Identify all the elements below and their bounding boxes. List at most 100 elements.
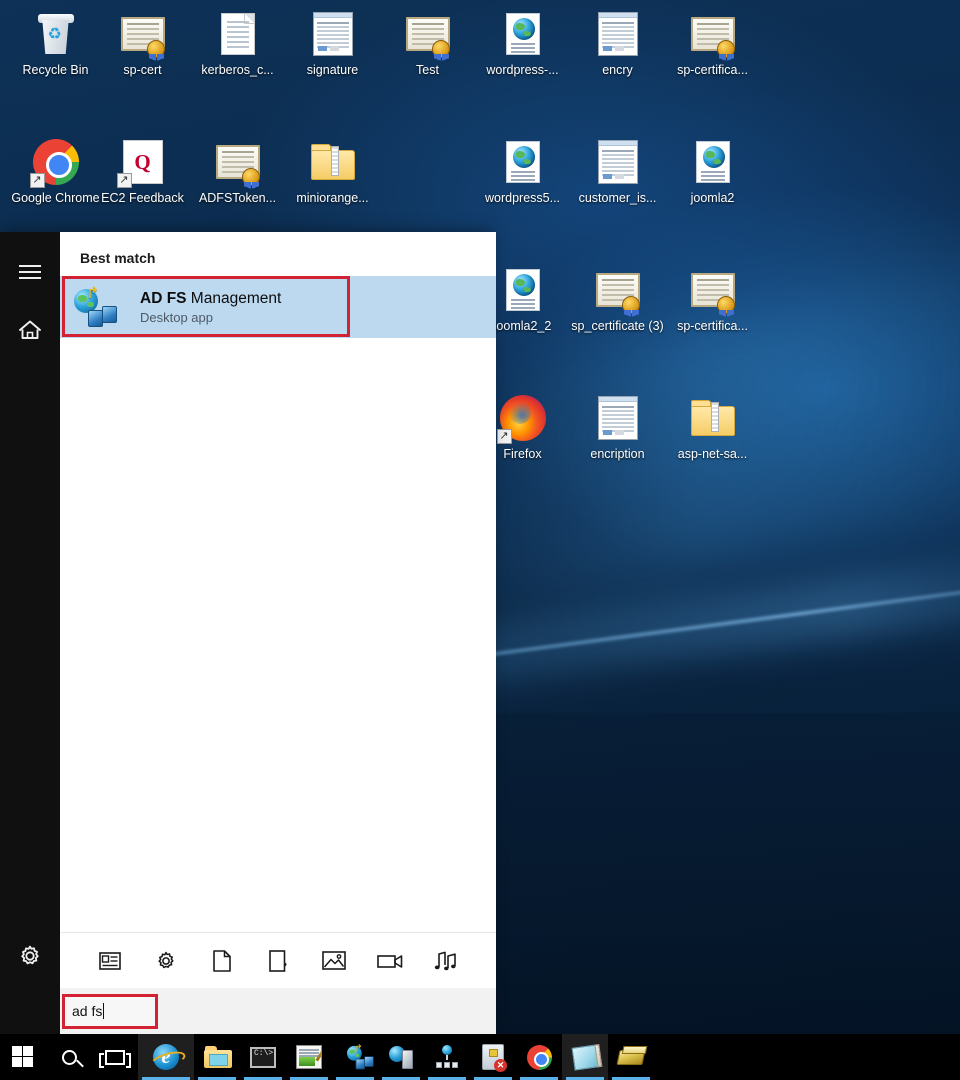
desktop-icon-label: asp-net-sa... (665, 447, 760, 462)
search-results-empty-area (60, 338, 496, 932)
music-filter-icon[interactable] (418, 939, 474, 983)
windows-taskbar: e C:\> ↱ ✕ (0, 1034, 960, 1080)
desktop-icon-label: ADFSToken... (190, 191, 285, 206)
network-tool-taskbar-glyph (434, 1044, 460, 1070)
certificate-manager-taskbar[interactable]: ✕ (470, 1034, 516, 1080)
documents-filter-icon[interactable] (194, 939, 250, 983)
desktop-icon[interactable]: kerberos_c... (190, 10, 285, 78)
search-result-text: AD FS Management Desktop app (140, 289, 281, 325)
ad-fs-management-taskbar-glyph: ↱ (342, 1044, 368, 1070)
google-chrome-icon: ↗ (32, 138, 80, 186)
desktop-icon[interactable]: ADFSToken... (190, 138, 285, 206)
command-prompt-taskbar[interactable]: C:\> (240, 1034, 286, 1080)
notepad-plus-plus-taskbar[interactable] (286, 1034, 332, 1080)
desktop-icon[interactable]: Q↗ EC2 Feedback (95, 138, 190, 206)
mozilla-firefox-icon: ↗ (499, 394, 547, 442)
desktop-icon[interactable]: sp_certificate (3) (570, 266, 665, 334)
desktop-icon-label: customer_is... (570, 191, 665, 206)
desktop-icon[interactable]: customer_is... (570, 138, 665, 206)
search-button[interactable] (46, 1034, 92, 1080)
notepad-plus-plus-taskbar-glyph (296, 1044, 322, 1070)
web-filter-icon[interactable] (250, 939, 306, 983)
search-panel-body: Best match ↱ AD FS Management Desktop ap… (60, 232, 496, 1034)
search-button-glyph (56, 1044, 82, 1070)
desktop-icon[interactable]: asp-net-sa... (665, 394, 760, 462)
server-manager-taskbar[interactable] (378, 1034, 424, 1080)
window-snapshot-icon (594, 394, 642, 442)
html-document-icon (499, 138, 547, 186)
desktop-icon[interactable]: wordpress-... (475, 10, 570, 78)
certificate-icon (689, 266, 737, 314)
desktop-icon-label: wordpress5... (475, 191, 570, 206)
desktop-icon[interactable]: signature (285, 10, 380, 78)
file-explorer-taskbar-glyph (204, 1044, 230, 1070)
task-view-button[interactable] (92, 1034, 138, 1080)
start-button-glyph (10, 1044, 36, 1070)
desktop-icon[interactable]: ♻ Recycle Bin (8, 10, 103, 78)
text-caret (103, 1003, 104, 1019)
notepad-taskbar-glyph (572, 1044, 598, 1070)
search-result-subtitle: Desktop app (140, 310, 281, 325)
gold-app-taskbar-glyph (618, 1044, 644, 1070)
home-icon[interactable] (0, 306, 60, 354)
search-panel-rail (0, 232, 60, 1034)
html-document-icon (689, 138, 737, 186)
desktop-icon-label: Test (380, 63, 475, 78)
desktop-icon[interactable]: miniorange... (285, 138, 380, 206)
windows-desktop-screen: ♻ Recycle Binsp-certkerberos_c...signatur… (0, 0, 960, 1080)
desktop-icon[interactable]: encry (570, 10, 665, 78)
internet-explorer-taskbar[interactable]: e (138, 1034, 194, 1080)
desktop-icon-label: wordpress-... (475, 63, 570, 78)
desktop-icon[interactable]: wordpress5... (475, 138, 570, 206)
certificate-icon (214, 138, 262, 186)
desktop-icon[interactable]: sp-certifica... (665, 266, 760, 334)
recycle-bin-icon: ♻ (32, 10, 80, 58)
desktop-icon-label: encry (570, 63, 665, 78)
desktop-icon-label: encription (570, 447, 665, 462)
shortcut-overlay-icon: ↗ (30, 173, 45, 188)
task-view-button-glyph (102, 1044, 128, 1070)
desktop-icon-label: miniorange... (285, 191, 380, 206)
desktop-icon-label: sp-certifica... (665, 63, 760, 78)
desktop-icon-label: Recycle Bin (8, 63, 103, 78)
settings-filter-icon[interactable] (138, 939, 194, 983)
notepad-taskbar[interactable] (562, 1034, 608, 1080)
network-tool-taskbar[interactable] (424, 1034, 470, 1080)
gold-app-taskbar[interactable] (608, 1034, 654, 1080)
photos-filter-icon[interactable] (306, 939, 362, 983)
start-search-panel: Best match ↱ AD FS Management Desktop ap… (0, 232, 490, 1034)
desktop-icon[interactable]: Test (380, 10, 475, 78)
desktop-icon-label: Google Chrome (8, 191, 103, 206)
desktop-icon[interactable]: sp-certifica... (665, 10, 760, 78)
start-button[interactable] (0, 1034, 46, 1080)
ad-fs-management-icon: ↱ (74, 287, 120, 327)
desktop-icon-label: sp_certificate (3) (570, 319, 665, 334)
gear-icon[interactable] (0, 932, 60, 980)
google-chrome-taskbar[interactable] (516, 1034, 562, 1080)
file-explorer-taskbar[interactable] (194, 1034, 240, 1080)
ad-fs-management-taskbar[interactable]: ↱ (332, 1034, 378, 1080)
desktop-icon[interactable]: encription (570, 394, 665, 462)
ec2-feedback-icon: Q↗ (119, 138, 167, 186)
search-result-ad-fs-management[interactable]: ↱ AD FS Management Desktop app (60, 276, 496, 338)
folder-icon (689, 394, 737, 442)
search-input-area: ad fs (60, 988, 496, 1034)
desktop-icon[interactable]: sp-cert (95, 10, 190, 78)
apps-filter-icon[interactable] (82, 939, 138, 983)
videos-filter-icon[interactable] (362, 939, 418, 983)
search-result-title-match: AD FS (140, 290, 187, 307)
certificate-icon (404, 10, 452, 58)
google-chrome-taskbar-glyph (526, 1044, 552, 1070)
shortcut-overlay-icon: ↗ (497, 429, 512, 444)
shortcut-overlay-icon: ↗ (117, 173, 132, 188)
hamburger-menu-icon[interactable] (0, 248, 60, 296)
desktop-icon[interactable]: joomla2 (665, 138, 760, 206)
html-document-icon (499, 10, 547, 58)
desktop-icon[interactable]: ↗ Google Chrome (8, 138, 103, 206)
window-snapshot-icon (594, 138, 642, 186)
internet-explorer-taskbar-glyph: e (153, 1044, 179, 1070)
search-result-title: AD FS Management (140, 289, 281, 308)
desktop-icon-label: signature (285, 63, 380, 78)
search-input[interactable]: ad fs (64, 996, 156, 1026)
desktop-icon-label: EC2 Feedback (95, 191, 190, 206)
